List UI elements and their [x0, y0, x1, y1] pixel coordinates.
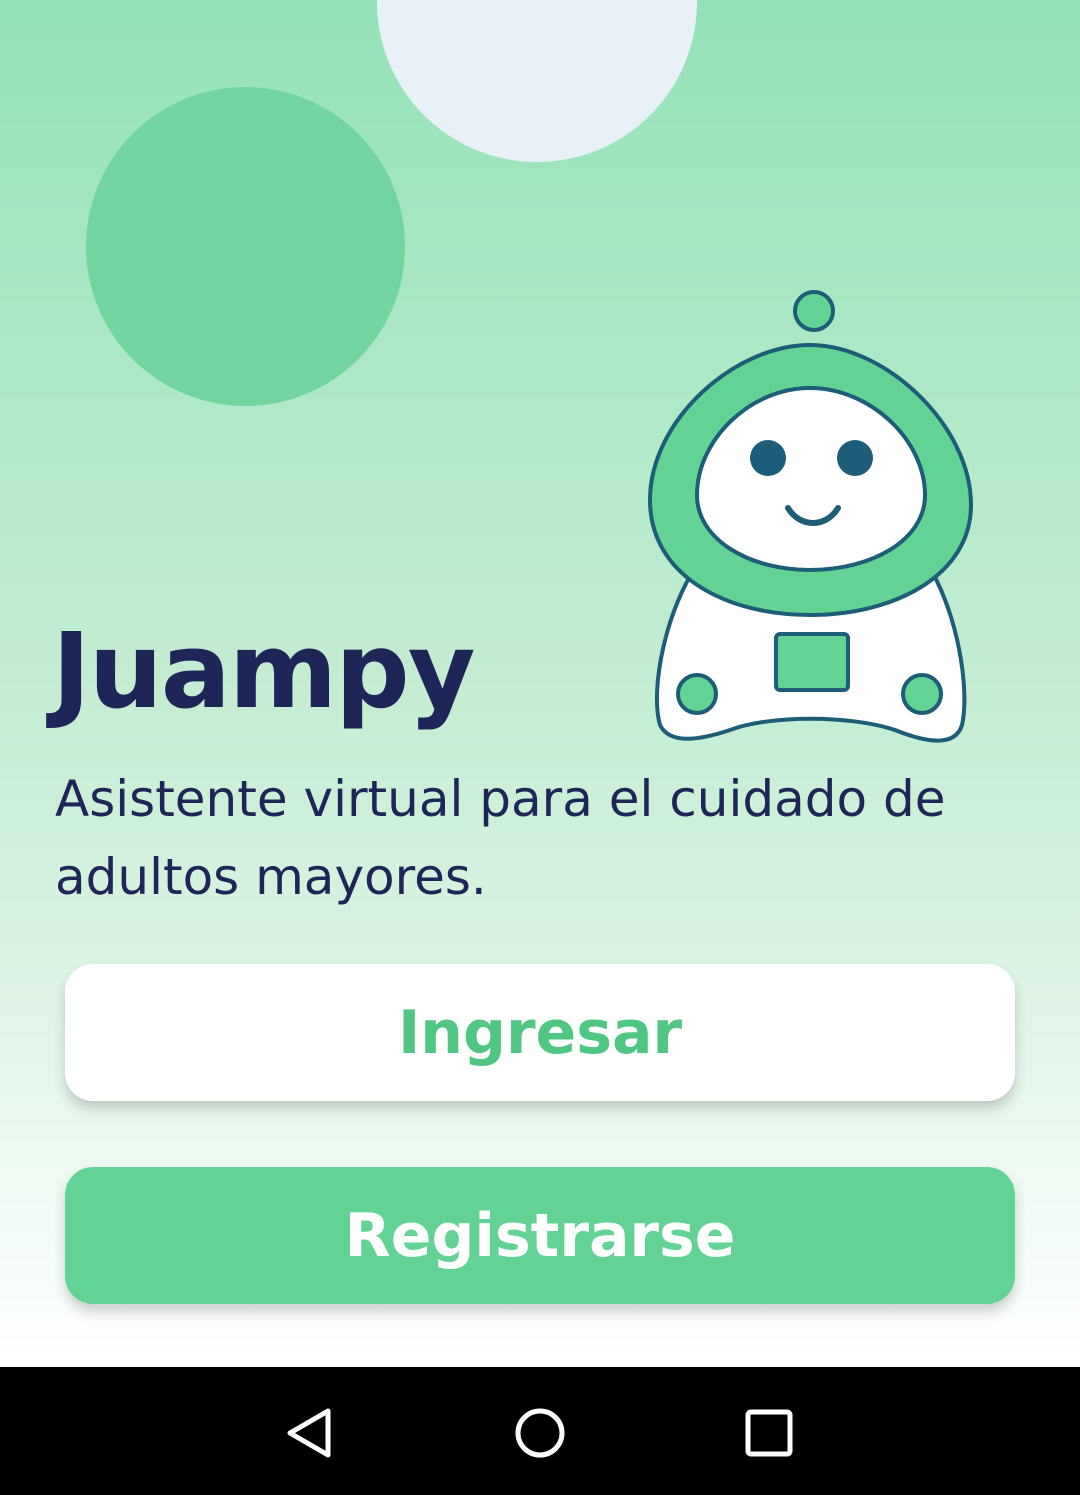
robot-mascot-illustration — [647, 290, 974, 743]
register-button[interactable]: Registrarse — [65, 1167, 1015, 1304]
system-navigation-bar — [0, 1367, 1080, 1495]
app-subtitle: Asistente virtual para el cuidado de adu… — [55, 770, 946, 906]
decorative-green-circle — [86, 87, 405, 406]
register-button-label: Registrarse — [344, 1200, 736, 1271]
decorative-white-circle — [377, 0, 697, 162]
back-icon[interactable] — [270, 1393, 350, 1473]
app-title: Juampy — [52, 610, 476, 732]
login-button-label: Ingresar — [397, 997, 683, 1068]
welcome-screen: Juampy Asistente virtual para el cuidado… — [0, 0, 1080, 1367]
home-icon[interactable] — [500, 1393, 580, 1473]
login-button[interactable]: Ingresar — [65, 964, 1015, 1101]
recents-icon[interactable] — [729, 1393, 809, 1473]
